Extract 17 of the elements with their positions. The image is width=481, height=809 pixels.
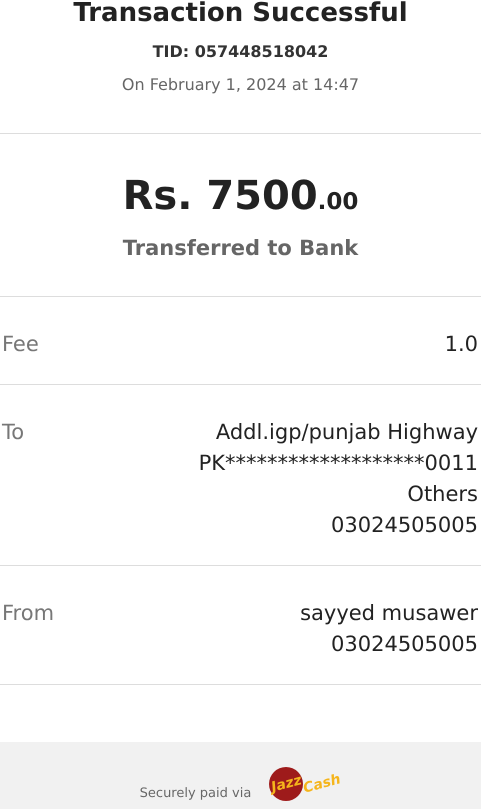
- detail-label: From: [2, 600, 54, 627]
- page-title: Transaction Successful: [73, 0, 408, 28]
- detail-label: To: [2, 419, 24, 446]
- payment-logo: Jazz Cash: [269, 767, 342, 801]
- detail-value: Addl.igp/punjab Highway: [216, 419, 478, 446]
- transaction-id: TID: 057448518042: [152, 42, 328, 61]
- transfer-description: Transferred to Bank: [122, 236, 358, 260]
- footer-text: Securely paid via: [140, 786, 252, 801]
- detail-value: sayyed musawer: [300, 600, 478, 627]
- detail-label: Fee: [2, 331, 39, 358]
- detail-value: PK*******************0011: [198, 450, 478, 477]
- detail-value: 03024505005: [331, 512, 478, 539]
- amount: Rs. 7500.00: [122, 172, 358, 221]
- detail-value: 03024505005: [331, 631, 478, 658]
- detail-value: Others: [407, 481, 478, 508]
- detail-value: 1.0: [444, 331, 478, 358]
- transaction-date: On February 1, 2024 at 14:47: [122, 75, 360, 94]
